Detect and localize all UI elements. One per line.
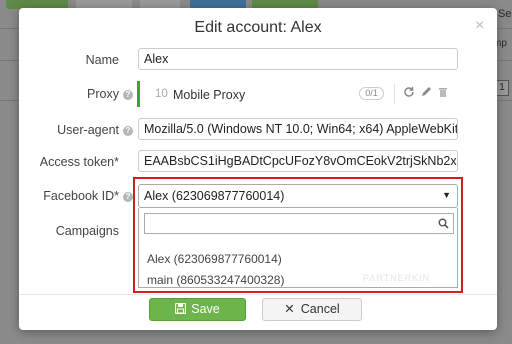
campaigns-label: Campaigns <box>55 224 119 238</box>
user-agent-label: User-agent? <box>19 123 133 137</box>
close-icon[interactable]: × <box>475 17 484 35</box>
bg-column-label: Se <box>498 8 512 20</box>
save-button[interactable]: Save <box>149 298 246 321</box>
access-token-input[interactable]: EAABsbCS1iHgBADtCpcUFozY8vOmCEokV2trjSkN… <box>138 150 458 172</box>
save-button-label: Save <box>191 302 220 316</box>
trash-icon[interactable] <box>438 86 448 100</box>
edit-icon[interactable] <box>421 86 432 100</box>
proxy-usage-badge: 0/1 <box>359 87 384 100</box>
edit-account-modal: Edit account: Alex × Name Alex Proxy? 10… <box>19 8 497 330</box>
close-icon: ✕ <box>284 302 295 316</box>
refresh-icon[interactable] <box>403 86 415 101</box>
user-agent-input[interactable]: Mozilla/5.0 (Windows NT 10.0; Win64; x64… <box>138 118 458 140</box>
proxy-selector[interactable]: 10 Mobile Proxy 0/1 <box>137 81 458 107</box>
proxy-number: 10 <box>155 88 168 100</box>
cancel-button[interactable]: ✕ Cancel <box>262 298 362 321</box>
name-label: Name <box>85 53 119 67</box>
proxy-label: Proxy? <box>19 87 133 101</box>
name-input[interactable]: Alex <box>138 48 458 70</box>
proxy-divider <box>394 84 395 104</box>
facebook-id-label: Facebook ID*? <box>19 189 133 203</box>
modal-title: Edit account: Alex <box>194 19 322 36</box>
bg-pager: 1 <box>495 80 509 96</box>
footer-divider <box>19 294 497 295</box>
help-icon[interactable]: ? <box>123 192 133 202</box>
floppy-icon <box>175 302 187 315</box>
access-token-label: Access token* <box>39 155 119 169</box>
proxy-name: Mobile Proxy <box>173 88 246 102</box>
cancel-button-label: Cancel <box>300 302 340 316</box>
highlight-box <box>133 177 463 293</box>
help-icon[interactable]: ? <box>123 126 133 136</box>
help-icon[interactable]: ? <box>123 90 133 100</box>
